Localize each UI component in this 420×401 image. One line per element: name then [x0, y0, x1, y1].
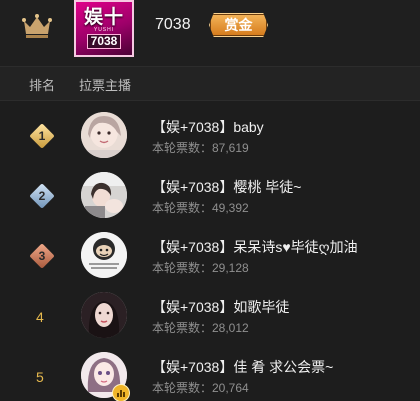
vote-ranking-panel: 娱十 YUSHI 7038 7038 赏金 排名 拉票主播 1 【娱+7038】… — [0, 0, 420, 401]
host-name[interactable]: 【娱+7038】baby — [152, 117, 264, 137]
host-id: 7038 — [155, 16, 191, 33]
rank-number: 3 — [38, 249, 46, 263]
avatar[interactable] — [81, 292, 127, 338]
logo-text-main: 娱十 — [83, 7, 124, 28]
column-header: 排名 拉票主播 — [0, 66, 420, 101]
vote-count: 本轮票数：29,128 — [152, 261, 249, 275]
avatar[interactable] — [81, 172, 127, 218]
vote-count: 本轮票数：87,619 — [152, 141, 249, 155]
avatar[interactable] — [81, 232, 127, 278]
rank-number: 5 — [36, 369, 44, 385]
vote-count: 本轮票数：20,764 — [152, 381, 249, 395]
vote-count: 本轮票数：49,392 — [152, 201, 249, 215]
rank-number: 2 — [38, 189, 46, 203]
logo-text-number: 7038 — [86, 34, 122, 49]
ranking-row-3[interactable]: 3 【娱+7038】呆呆诗s♥毕徒ღ加油 本轮票数：29,128 — [0, 232, 420, 287]
column-rank: 排名 — [29, 78, 56, 93]
ranking-row-4[interactable]: 4 【娱+7038】如歌毕徒 本轮票数：28,012 — [0, 292, 420, 347]
host-name[interactable]: 【娱+7038】佳 肴 求公会票~ — [152, 357, 333, 377]
rank-number: 4 — [36, 309, 44, 325]
host-name[interactable]: 【娱+7038】樱桃 毕徒~ — [152, 177, 301, 197]
rank-badge-gold-icon: 1 — [29, 123, 55, 149]
ranking-row-1[interactable]: 1 【娱+7038】baby 本轮票数：87,619 — [0, 112, 420, 167]
vote-count: 本轮票数：28,012 — [152, 321, 249, 335]
rank-badge-bronze-icon: 3 — [29, 243, 55, 269]
header: 娱十 YUSHI 7038 7038 赏金 — [0, 0, 420, 66]
host-name[interactable]: 【娱+7038】呆呆诗s♥毕徒ღ加油 — [152, 237, 358, 257]
rank-number: 1 — [38, 129, 46, 143]
ranking-row-2[interactable]: 2 【娱+7038】樱桃 毕徒~ 本轮票数：49,392 — [0, 172, 420, 227]
host-name[interactable]: 【娱+7038】如歌毕徒 — [152, 297, 289, 317]
column-host: 拉票主播 — [79, 78, 132, 93]
host-logo[interactable]: 娱十 YUSHI 7038 — [74, 0, 134, 57]
ranking-row-5[interactable]: 5 【娱+7038】佳 肴 求公会票~ 本轮票数：20,764 — [0, 352, 420, 401]
crown-icon — [22, 14, 52, 38]
reward-button[interactable]: 赏金 — [209, 13, 268, 37]
rank-badge-silver-icon: 2 — [29, 183, 55, 209]
logo-text-sub: YUSHI — [93, 27, 115, 33]
avatar[interactable] — [81, 112, 127, 158]
live-audio-icon — [112, 384, 130, 401]
